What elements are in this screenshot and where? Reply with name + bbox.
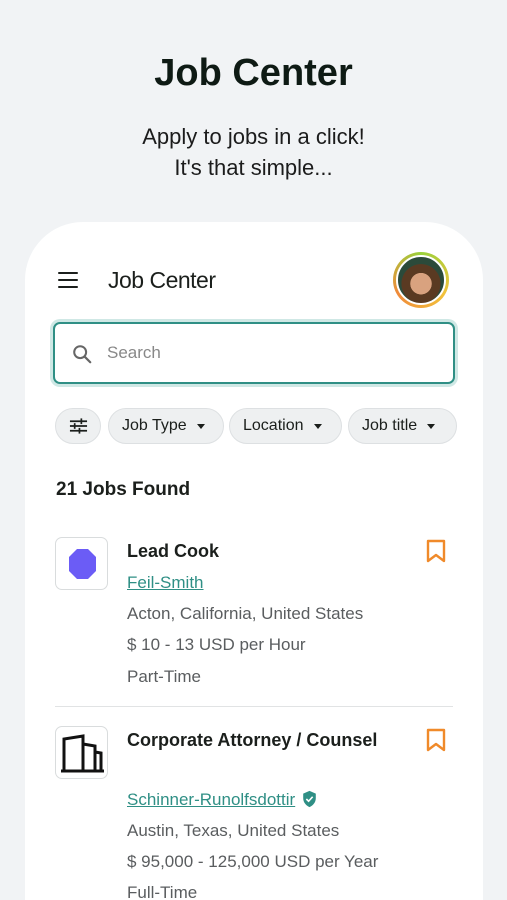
caret-down-icon <box>427 423 436 429</box>
company-logo <box>55 726 108 779</box>
chip-location[interactable]: Location <box>229 408 342 444</box>
verified-shield-icon <box>303 790 317 808</box>
job-location: Austin, Texas, United States <box>127 821 340 840</box>
app-bar: Job Center <box>25 252 483 308</box>
search-icon <box>73 345 92 364</box>
bookmark-icon[interactable] <box>426 539 446 563</box>
search-input[interactable] <box>107 338 437 368</box>
building-outline-logo-icon <box>61 734 104 773</box>
chip-job-title-label: Job title <box>362 417 418 434</box>
job-title[interactable]: Lead Cook <box>127 537 387 565</box>
hero-title: Job Center <box>154 52 353 94</box>
job-title[interactable]: Corporate Attorney / Counsel <box>127 726 387 754</box>
job-card[interactable]: Corporate Attorney / Counsel Schinner-Ru… <box>55 726 453 900</box>
job-location: Acton, California, United States <box>127 604 364 623</box>
job-type: Full-Time <box>127 883 198 900</box>
company-link[interactable]: Feil-Smith <box>127 573 204 593</box>
chip-job-type[interactable]: Job Type <box>108 408 224 444</box>
search-box <box>53 322 455 384</box>
chip-job-type-label: Job Type <box>122 417 187 434</box>
hero-subtitle-line-1: Apply to jobs in a click! <box>142 124 365 149</box>
job-type: Part-Time <box>127 667 201 686</box>
filter-bar: Job Type Location Job title <box>55 408 465 444</box>
sliders-icon <box>69 418 88 434</box>
filter-settings-chip[interactable] <box>55 408 101 444</box>
hero-subtitle-line-2: It's that simple... <box>174 155 333 180</box>
job-card[interactable]: Lead Cook Feil-Smith Acton, California, … <box>55 537 453 697</box>
job-salary: $ 95,000 - 125,000 USD per Year <box>127 852 379 871</box>
job-salary: $ 10 - 13 USD per Hour <box>127 635 306 654</box>
chip-job-title[interactable]: Job title <box>348 408 457 444</box>
company-name[interactable]: Schinner-Runolfsdottir <box>127 790 295 809</box>
company-link[interactable]: Schinner-Runolfsdottir <box>127 790 318 810</box>
caret-down-icon <box>313 423 322 429</box>
avatar[interactable] <box>393 252 449 308</box>
hero-subtitle: Apply to jobs in a click! It's that simp… <box>0 121 507 183</box>
results-count: 21 Jobs Found <box>56 479 191 500</box>
phone-screen: Job Center Job Type Location <box>25 222 483 900</box>
bookmark-icon[interactable] <box>426 728 446 752</box>
purple-octagon-logo-icon <box>69 549 96 579</box>
chip-location-label: Location <box>243 417 304 434</box>
app-title: Job Center <box>108 267 216 293</box>
company-logo <box>55 537 108 590</box>
divider <box>55 706 453 707</box>
caret-down-icon <box>196 423 205 429</box>
hamburger-menu-icon[interactable] <box>58 272 78 288</box>
